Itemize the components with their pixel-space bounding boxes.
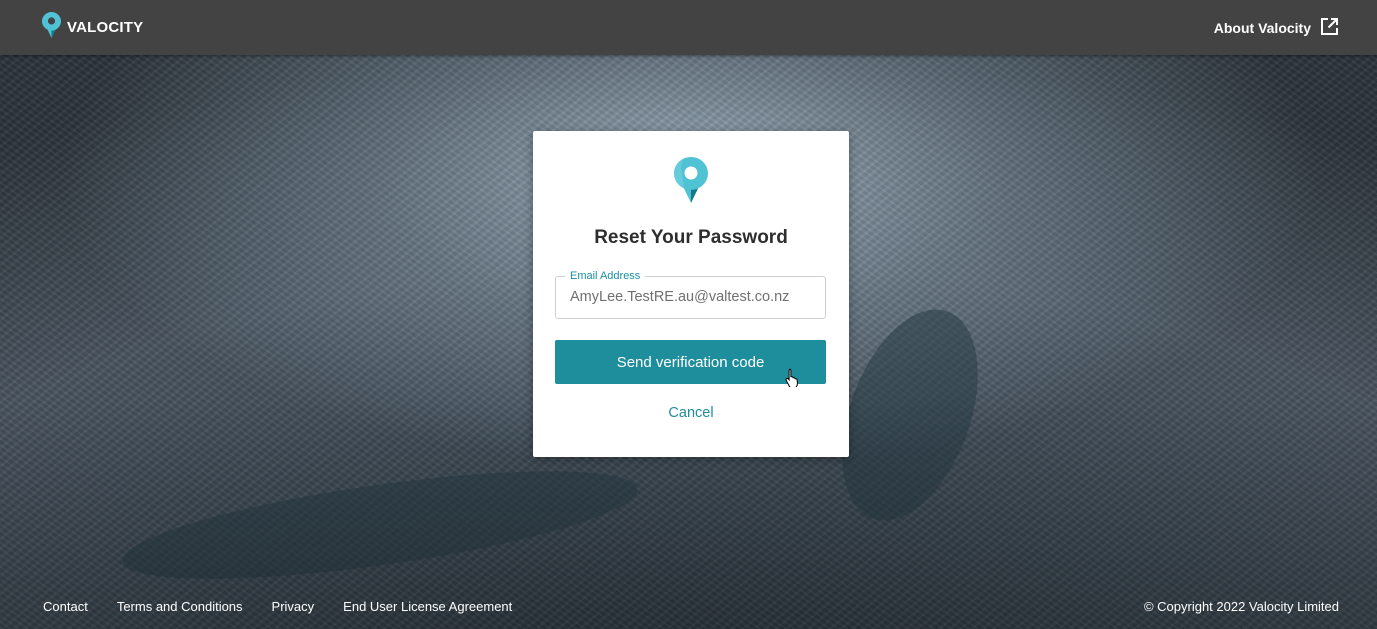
hand-pointer-icon — [785, 368, 799, 392]
email-field-label: Email Address — [565, 270, 646, 283]
about-valocity-link[interactable]: About Valocity — [1214, 17, 1339, 39]
page-title: Reset Your Password — [594, 227, 788, 248]
about-label: About Valocity — [1213, 19, 1311, 36]
copyright-text: © Copyright 2022 Valocity Limited — [1143, 599, 1339, 614]
footer-link-contact[interactable]: Contact — [43, 599, 88, 614]
footer-link-privacy[interactable]: Privacy — [272, 599, 315, 614]
cancel-link[interactable]: Cancel — [533, 405, 849, 421]
footer-link-terms[interactable]: Terms and Conditions — [117, 599, 243, 614]
email-field[interactable]: Email Address — [555, 270, 826, 319]
location-pin-icon — [42, 12, 61, 43]
external-link-icon — [1320, 17, 1339, 39]
top-navbar: VALOCITY About Valocity — [0, 0, 1377, 55]
location-pin-icon — [674, 157, 708, 208]
brand-name: VALOCITY — [67, 19, 144, 36]
email-input[interactable] — [570, 289, 815, 305]
reset-password-card: Reset Your Password Email Address Send v… — [533, 131, 849, 457]
footer-links: Contact Terms and Conditions Privacy End… — [43, 599, 512, 614]
brand[interactable]: VALOCITY — [42, 12, 143, 43]
footer-link-eula[interactable]: End User License Agreement — [343, 599, 512, 614]
